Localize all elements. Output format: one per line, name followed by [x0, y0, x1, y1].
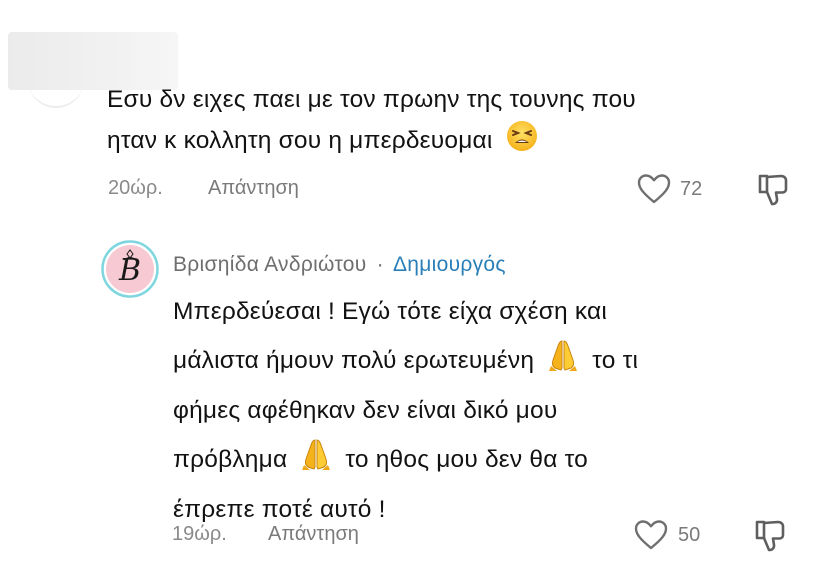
avatar-creator[interactable]: B: [101, 240, 159, 298]
thumbs-down-icon[interactable]: [752, 518, 788, 554]
comment-1-line-1: Εσυ δν ειχες παει με τον πρωην της τουνη…: [107, 86, 636, 113]
comment-2-line-4-tail: το ηθος μου δεν θα το: [345, 446, 588, 473]
comment-text-1: Εσυ δν ειχες παει με τον πρωην της τουνη…: [107, 80, 636, 165]
heart-icon[interactable]: [637, 173, 671, 205]
avatar-first-commenter[interactable]: [28, 76, 84, 108]
folded-hands-emoji: [547, 338, 579, 385]
comment-2-line-5: έπρεπε ποτέ αυτό !: [173, 496, 386, 523]
comment-2-line-2: μάλιστα ήμουν πολύ ερωτευμένη το τι: [173, 338, 638, 385]
creator-badge: Δημιουργός: [392, 253, 506, 276]
comment-1-time: 20ώρ.: [108, 177, 163, 199]
comment-2-line-2-text: μάλιστα ήμουν πολύ ερωτευμένη: [173, 347, 535, 374]
comment-2-like-count: 50: [678, 524, 701, 546]
comment-2-line-4: πρόβλημα το ηθος μου δεν θα το: [173, 437, 638, 484]
svg-text:B: B: [118, 253, 141, 288]
comment-2-line-3: φήμες αφέθηκαν δεν είναι δικό μου: [173, 397, 558, 424]
separator-dot: ·: [376, 253, 384, 276]
comment-text-2: Μπερδεύεσαι ! Εγώ τότε είχα σχέση και μά…: [173, 292, 638, 530]
comment-2-time: 19ώρ.: [172, 523, 227, 545]
comment-1-reply-button[interactable]: Απάντηση: [208, 177, 299, 200]
comment-2-header: Βρισηίδα Ανδριώτου · Δημιουργός: [173, 253, 506, 277]
author-name[interactable]: Βρισηίδα Ανδριώτου: [173, 253, 367, 276]
thumbs-down-icon[interactable]: [755, 172, 791, 208]
comment-1-line-2-text: ηταν κ κολλητη σου η μπερδευομαι: [107, 127, 493, 154]
tired-face-emoji: [506, 120, 538, 165]
folded-hands-emoji: [300, 437, 332, 484]
comment-1-line-2: ηταν κ κολλητη σου η μπερδευομαι: [107, 120, 636, 165]
comment-1-like-count: 72: [680, 178, 703, 200]
heart-icon[interactable]: [634, 519, 668, 551]
comment-2-line-4-text: πρόβλημα: [173, 446, 288, 473]
comment-2-line-1: Μπερδεύεσαι ! Εγώ τότε είχα σχέση και: [173, 298, 608, 325]
comment-2-line-2-tail: το τι: [592, 347, 639, 374]
comment-2-reply-button[interactable]: Απάντηση: [268, 523, 359, 546]
